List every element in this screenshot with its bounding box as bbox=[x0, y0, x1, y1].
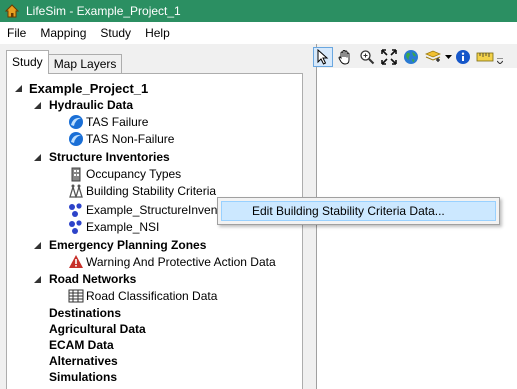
collapse-triangle-icon[interactable] bbox=[33, 153, 42, 162]
tree-item-warning-protective-action[interactable]: Warning And Protective Action Data bbox=[68, 254, 276, 270]
tree-node-alternatives[interactable]: Alternatives bbox=[49, 353, 118, 369]
tree-label: Destinations bbox=[49, 306, 122, 320]
zoom-icon[interactable] bbox=[357, 47, 377, 67]
tree-label: Example_NSI bbox=[86, 220, 160, 234]
hydraulic-wave-icon bbox=[68, 131, 84, 147]
tree-item-example-nsi[interactable]: Example_NSI bbox=[68, 219, 159, 235]
add-layer-icon[interactable] bbox=[423, 47, 443, 67]
tree-label: ECAM Data bbox=[49, 338, 114, 352]
tree-node-ecam-data[interactable]: ECAM Data bbox=[49, 337, 114, 353]
measure-ruler-icon[interactable] bbox=[475, 47, 495, 67]
lifesim-app-icon bbox=[4, 3, 20, 19]
tree-node-root[interactable]: Example_Project_1 bbox=[14, 80, 148, 96]
collapse-triangle-icon[interactable] bbox=[33, 275, 42, 284]
tab-map-layers[interactable]: Map Layers bbox=[47, 54, 123, 74]
collapse-triangle-icon[interactable] bbox=[33, 101, 42, 110]
tree-node-agricultural-data[interactable]: Agricultural Data bbox=[49, 321, 146, 337]
table-grid-icon bbox=[68, 288, 84, 304]
collapse-triangle-icon[interactable] bbox=[14, 84, 23, 93]
tree-node-road-networks[interactable]: Road Networks bbox=[33, 271, 136, 287]
stability-criteria-icon bbox=[68, 183, 84, 199]
tree-label: Agricultural Data bbox=[49, 322, 146, 336]
occupancy-building-icon bbox=[68, 166, 84, 182]
tree-node-hydraulic[interactable]: Hydraulic Data bbox=[33, 97, 133, 113]
context-menu: Edit Building Stability Criteria Data... bbox=[217, 197, 500, 225]
tree-label: Warning And Protective Action Data bbox=[86, 255, 276, 269]
tree-item-tas-non-failure[interactable]: TAS Non-Failure bbox=[68, 131, 174, 147]
map-toolbar bbox=[313, 46, 517, 68]
warning-triangle-icon bbox=[68, 254, 84, 270]
hydraulic-wave-icon bbox=[68, 114, 84, 130]
title-bar: LifeSim - Example_Project_1 bbox=[0, 0, 517, 22]
tree-label: TAS Non-Failure bbox=[86, 132, 175, 146]
tree-label: Alternatives bbox=[49, 354, 118, 368]
menu-bar: File Mapping Study Help bbox=[0, 22, 517, 44]
tree-root-label: Example_Project_1 bbox=[29, 80, 149, 96]
tree-label: TAS Failure bbox=[86, 115, 149, 129]
menu-study[interactable]: Study bbox=[93, 22, 138, 44]
tree-label: Occupancy Types bbox=[86, 167, 182, 181]
tree-item-example-structure-inventory[interactable]: Example_StructureInven bbox=[68, 202, 217, 218]
collapse-triangle-icon[interactable] bbox=[33, 241, 42, 250]
structure-points-icon bbox=[68, 202, 84, 218]
tree-label: Structure Inventories bbox=[49, 150, 170, 164]
identify-info-icon[interactable] bbox=[453, 47, 473, 67]
map-canvas[interactable] bbox=[317, 68, 517, 389]
tree-label: Emergency Planning Zones bbox=[49, 238, 207, 252]
tree-node-structure-inventories[interactable]: Structure Inventories bbox=[33, 149, 170, 165]
panel-tabs: Study Map Layers bbox=[6, 50, 123, 74]
menu-mapping[interactable]: Mapping bbox=[33, 22, 93, 44]
tree-label: Building Stability Criteria bbox=[86, 184, 217, 198]
dropdown-arrow-icon[interactable] bbox=[445, 47, 453, 67]
tree-node-destinations[interactable]: Destinations bbox=[49, 305, 121, 321]
tree-label: Road Classification Data bbox=[86, 289, 218, 303]
tree-label: Example_StructureInven bbox=[86, 203, 218, 217]
tree-node-emergency-planning-zones[interactable]: Emergency Planning Zones bbox=[33, 237, 206, 253]
tree-label: Hydraulic Data bbox=[49, 98, 134, 112]
tree-item-building-stability-criteria[interactable]: Building Stability Criteria bbox=[68, 183, 216, 199]
full-extent-icon[interactable] bbox=[379, 47, 399, 67]
tab-study[interactable]: Study bbox=[6, 50, 49, 74]
tree-label: Road Networks bbox=[49, 272, 137, 286]
tree-item-occupancy-types[interactable]: Occupancy Types bbox=[68, 166, 181, 182]
tree-label: Simulations bbox=[49, 370, 118, 384]
toolbar-overflow-icon[interactable] bbox=[497, 47, 505, 67]
pan-hand-icon[interactable] bbox=[335, 47, 355, 67]
window-title: LifeSim - Example_Project_1 bbox=[26, 4, 181, 18]
select-arrow-icon[interactable] bbox=[313, 47, 333, 67]
structure-points-icon bbox=[68, 219, 84, 235]
edit-building-stability-criteria-menu-item[interactable]: Edit Building Stability Criteria Data... bbox=[221, 201, 496, 221]
tree-node-simulations[interactable]: Simulations bbox=[49, 369, 117, 385]
globe-icon[interactable] bbox=[401, 47, 421, 67]
menu-file[interactable]: File bbox=[0, 22, 33, 44]
menu-help[interactable]: Help bbox=[138, 22, 177, 44]
tree-item-tas-failure[interactable]: TAS Failure bbox=[68, 114, 148, 130]
tree-item-road-classification[interactable]: Road Classification Data bbox=[68, 288, 217, 304]
